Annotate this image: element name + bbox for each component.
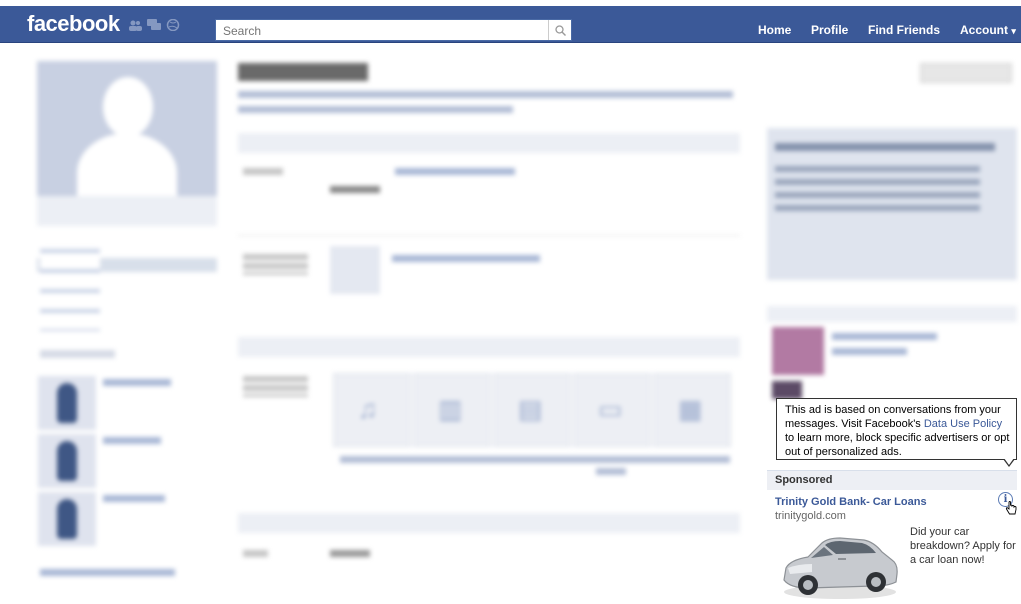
car-photo[interactable] [778,528,902,604]
search-box[interactable] [215,19,572,41]
search-input[interactable] [221,21,545,41]
books-tile: ▥ [413,373,491,447]
suggested-person-photo [772,327,824,375]
hand-cursor-icon [1005,501,1017,515]
section-bar [238,133,740,153]
work-icon-placeholder [330,246,380,294]
nav-account[interactable]: Account ▾ [960,23,1016,37]
nav-profile[interactable]: Profile [811,23,848,37]
profile-name-placeholder [238,63,368,81]
tooltip-arrow-fill [1004,458,1014,465]
top-bar: facebook Home Profile Find Friends Accou… [0,6,1021,43]
sponsored-heading: Sponsored [767,470,1017,490]
edit-profile-button-placeholder [920,63,1012,83]
blurred-profile-page: ♫ ▥ ▤ ▭ ▦ [0,43,1021,604]
movies-tile: ▤ [493,373,571,447]
data-use-policy-link[interactable]: Data Use Policy [924,418,1002,430]
profile-links-box [37,196,217,226]
messages-icon[interactable] [147,19,161,31]
games-tile: ▦ [653,373,731,447]
ad-body-text: Did your car breakdown? Apply for a car … [910,526,1016,566]
music-tile: ♫ [333,373,411,447]
ad-domain: trinitygold.com [775,510,846,522]
nav-find-friends[interactable]: Find Friends [868,23,940,37]
nav-home[interactable]: Home [758,23,791,37]
tv-tile: ▭ [573,373,651,447]
ad-title-link[interactable]: Trinity Gold Bank- Car Loans [775,496,927,508]
section-bar [238,513,740,533]
search-icon [554,24,566,36]
facebook-logo[interactable]: facebook [27,11,120,37]
profile-picture-placeholder [37,61,217,213]
search-button[interactable] [548,20,571,40]
nav-account-label: Account [960,23,1008,37]
notifications-globe-icon[interactable] [166,19,180,31]
ad-explanation-tooltip: This ad is based on conversations from y… [776,398,1017,460]
section-bar [238,337,740,357]
caret-down-icon: ▾ [1011,26,1016,36]
tooltip-text-end: to learn more, block specific advertiser… [785,432,1010,458]
friend-requests-icon[interactable] [128,19,142,31]
